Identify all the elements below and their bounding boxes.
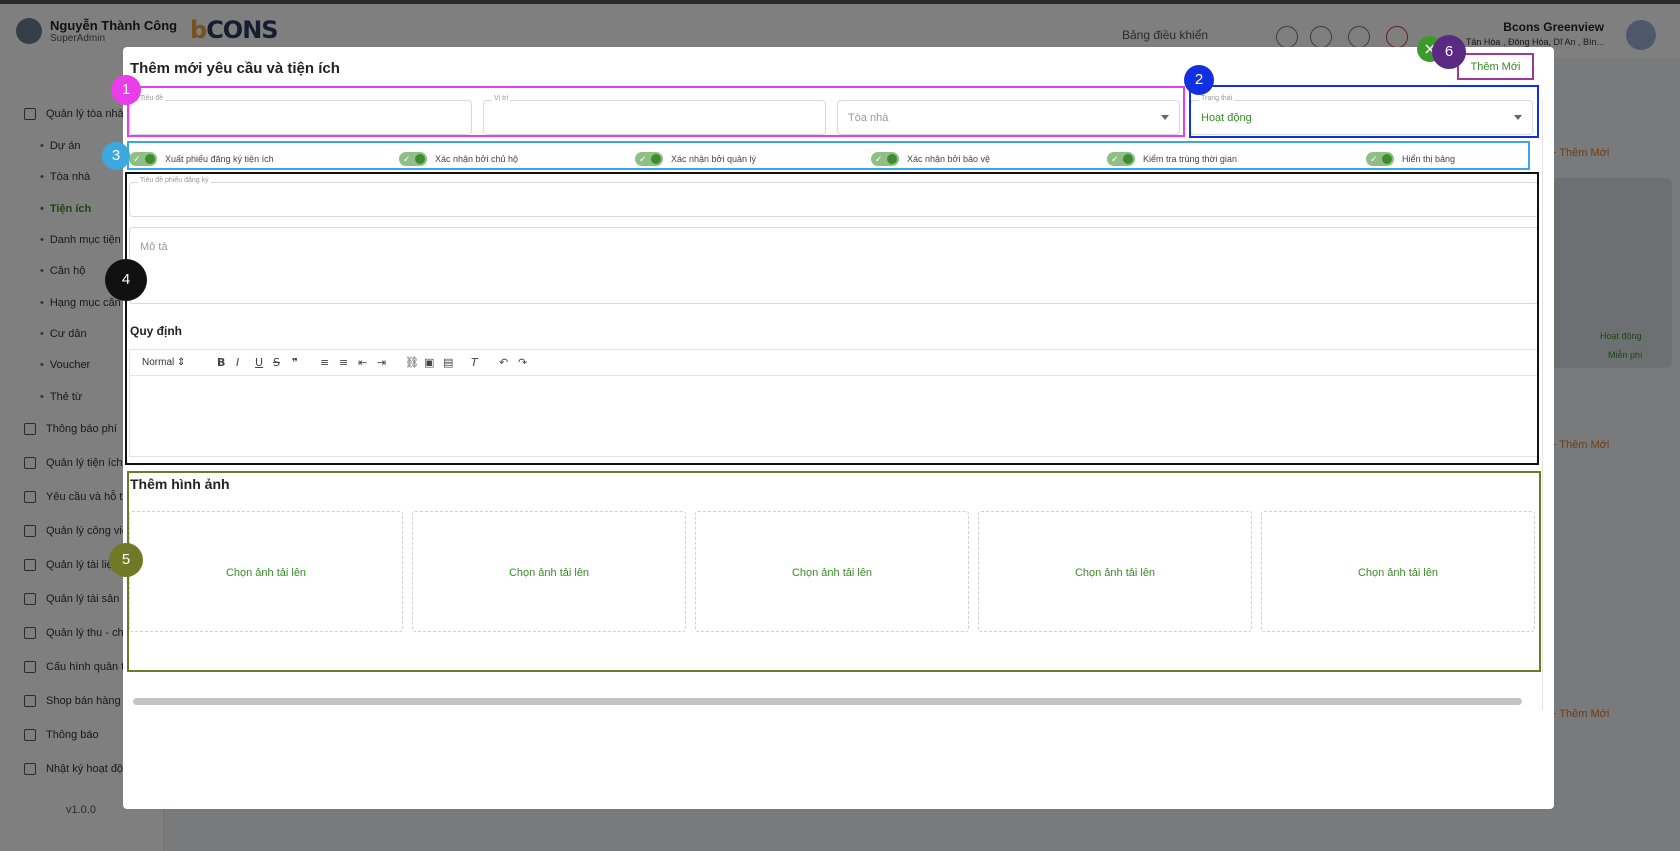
redo-icon[interactable]: ↷ xyxy=(518,356,527,369)
description-field[interactable]: Mô tả xyxy=(129,227,1539,304)
toggle-switch[interactable] xyxy=(871,152,899,166)
toggle-switch[interactable] xyxy=(1366,152,1394,166)
status-select-value: Hoạt động xyxy=(1201,112,1252,124)
underline-icon[interactable]: U xyxy=(255,356,263,369)
chevron-down-icon xyxy=(1161,115,1169,120)
strike-icon[interactable]: S xyxy=(273,356,280,369)
image-upload-2[interactable]: Chọn ảnh tải lên xyxy=(412,511,686,632)
description-placeholder: Mô tả xyxy=(140,241,168,253)
annotation-badge-2: 2 xyxy=(1184,65,1214,95)
ordered-list-icon[interactable]: ≡ xyxy=(320,356,329,369)
video-icon[interactable]: ▤ xyxy=(443,356,453,369)
location-field[interactable]: Vị trí xyxy=(483,95,826,135)
toggle-switch[interactable] xyxy=(1107,152,1135,166)
toggle-guard-confirm[interactable]: Xác nhận bởi bảo vệ xyxy=(871,152,990,166)
clear-format-icon[interactable]: T xyxy=(471,356,478,369)
title-field[interactable]: Tiêu đề xyxy=(129,95,472,135)
image-upload-3[interactable]: Chọn ảnh tải lên xyxy=(695,511,969,632)
outdent-icon[interactable]: ⇤ xyxy=(358,356,367,369)
annotation-badge-5: 5 xyxy=(109,543,143,577)
italic-icon[interactable]: I xyxy=(236,356,239,369)
undo-icon[interactable]: ↶ xyxy=(499,356,508,369)
rules-label: Quy định xyxy=(130,324,182,338)
image-upload-4[interactable]: Chọn ảnh tải lên xyxy=(978,511,1252,632)
chevron-down-icon xyxy=(1514,115,1522,120)
toggle-manager-confirm[interactable]: Xác nhận bởi quản lý xyxy=(635,152,756,166)
bold-icon[interactable]: B xyxy=(217,356,225,369)
quote-icon[interactable]: ❞ xyxy=(292,356,298,369)
add-new-button[interactable]: Thêm Mới xyxy=(1457,53,1534,80)
toggle-time-conflict[interactable]: Kiểm tra trùng thời gian xyxy=(1107,152,1237,166)
toggle-switch[interactable] xyxy=(635,152,663,166)
bullet-list-icon[interactable]: ≡ xyxy=(339,356,348,369)
toggle-switch[interactable] xyxy=(399,152,427,166)
toggle-show-board[interactable]: Hiển thị bảng xyxy=(1366,152,1455,166)
modal-title: Thêm mới yêu cầu và tiện ích xyxy=(130,60,340,77)
toggle-owner-confirm[interactable]: Xác nhận bởi chủ hộ xyxy=(399,152,518,166)
images-label: Thêm hình ảnh xyxy=(130,476,230,492)
status-select-label: Trạng thái xyxy=(1199,95,1235,102)
toggle-switch[interactable] xyxy=(129,152,157,166)
form-title-field[interactable]: Tiêu đề phiếu đăng ký xyxy=(129,177,1539,217)
toggle-export-registration[interactable]: Xuất phiếu đăng ký tiện ích xyxy=(129,152,274,166)
location-field-label: Vị trí xyxy=(492,95,511,102)
annotation-badge-3: 3 xyxy=(102,142,130,170)
status-select[interactable]: Trạng thái Hoạt động xyxy=(1190,95,1533,135)
link-icon[interactable]: ⛓ xyxy=(405,356,419,369)
indent-icon[interactable]: ⇥ xyxy=(377,356,386,369)
image-upload-5[interactable]: Chọn ảnh tải lên xyxy=(1261,511,1535,632)
annotation-badge-4: 4 xyxy=(105,259,147,301)
image-icon[interactable]: ▣ xyxy=(424,356,434,369)
editor-toolbar: Normal ⇕ B I U S ❞ ≡ ≡ ⇤ ⇥ ⛓ ▣ ▤ T ↶ ↷ xyxy=(130,350,1538,376)
divider xyxy=(1542,100,1543,710)
annotation-badge-1: 1 xyxy=(111,75,141,105)
building-select[interactable]: Tòa nhà xyxy=(837,100,1180,135)
rules-editor[interactable]: Normal ⇕ B I U S ❞ ≡ ≡ ⇤ ⇥ ⛓ ▣ ▤ T ↶ ↷ xyxy=(129,349,1539,457)
add-amenity-modal: Thêm mới yêu cầu và tiện ích Tiêu đề Vị … xyxy=(123,47,1554,809)
annotation-badge-6: 6 xyxy=(1432,35,1466,69)
building-select-placeholder: Tòa nhà xyxy=(848,112,889,124)
image-upload-1[interactable]: Chọn ảnh tải lên xyxy=(129,511,403,632)
form-title-field-label: Tiêu đề phiếu đăng ký xyxy=(138,177,211,184)
format-select[interactable]: Normal ⇕ xyxy=(142,357,185,368)
horizontal-scrollbar[interactable] xyxy=(133,698,1522,705)
title-field-label: Tiêu đề xyxy=(138,95,166,102)
